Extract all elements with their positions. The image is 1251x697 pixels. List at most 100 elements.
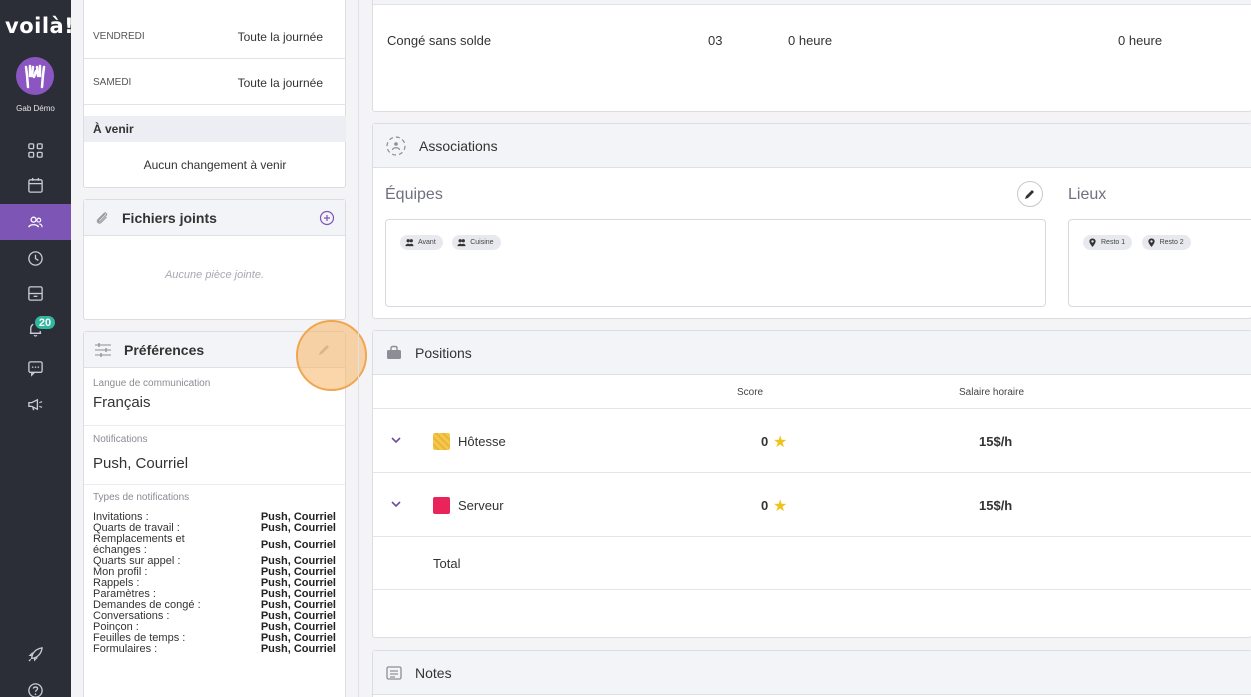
notes-card: Notes	[372, 650, 1251, 697]
sliders-icon	[94, 342, 112, 358]
nav-chat[interactable]	[0, 350, 71, 386]
place-name: Resto 1	[1101, 239, 1126, 246]
day-label: SAMEDI	[93, 77, 132, 88]
teams-title: Équipes	[385, 186, 443, 203]
chat-icon	[28, 360, 43, 377]
team-name: Cuisine	[470, 239, 494, 246]
column-divider	[358, 0, 359, 697]
position-name: Hôtesse	[458, 434, 506, 449]
inbox-icon	[28, 285, 43, 301]
group-icon	[457, 239, 466, 247]
avatar[interactable]	[16, 57, 54, 95]
star-icon: ★	[773, 498, 788, 515]
place-chip[interactable]: Resto 2	[1141, 235, 1191, 250]
day-label: VENDREDI	[93, 31, 145, 42]
availability-card: VENDREDI Toute la journée SAMEDI Toute l…	[83, 0, 346, 188]
position-score: 0	[761, 434, 769, 449]
hands-avatar-icon	[24, 64, 46, 89]
notes-header: Notes	[373, 651, 1251, 695]
positions-title: Positions	[415, 344, 472, 361]
notifications-value: Push, Courriel	[93, 455, 189, 472]
type-name: Formulaires :	[93, 643, 158, 655]
preferences-card: Préférences Langue de communication Fran…	[83, 331, 346, 697]
teams-box: Avant Cuisine	[385, 219, 1046, 307]
nav-rocket[interactable]	[0, 636, 71, 672]
app-logo[interactable]: voilà!	[5, 14, 74, 38]
availability-value: Toute la journée	[237, 76, 323, 90]
nav-announcements[interactable]	[0, 386, 71, 422]
notifications-section: Notifications Push, Courriel	[84, 426, 345, 485]
place-name: Resto 2	[1159, 239, 1184, 246]
user-name: Gab Démo	[16, 104, 55, 113]
type-name: Remplacements et échanges :	[93, 533, 185, 556]
positions-table-header: Score Salaire horaire	[373, 375, 1251, 409]
positions-header: Positions	[373, 331, 1251, 375]
nav-inbox[interactable]	[0, 275, 71, 311]
users-icon	[28, 216, 43, 227]
leave-card-header-strip	[373, 0, 1251, 5]
attachments-empty-text: Aucune pièce jointe.	[164, 269, 265, 281]
location-pin-icon	[1089, 238, 1096, 247]
total-label: Total	[433, 556, 461, 571]
position-row[interactable]: Hôtesse 0 ★ 15$/h	[373, 410, 1251, 473]
upcoming-heading: À venir	[84, 116, 346, 142]
place-chip[interactable]: Resto 1	[1083, 235, 1133, 250]
upcoming-empty-text: Aucun changement à venir	[143, 158, 287, 172]
click-highlight	[296, 320, 367, 391]
notification-types-label: Types de notifications	[93, 492, 190, 503]
position-row[interactable]: Serveur 0 ★ 15$/h	[373, 474, 1251, 537]
associations-icon	[385, 135, 407, 157]
clock-icon	[28, 250, 43, 266]
position-wage: 15$/h	[979, 434, 1013, 449]
attachments-header: Fichiers joints	[84, 200, 345, 236]
type-value: Push, Courriel	[260, 538, 336, 551]
notification-type-row: Remplacements et échanges : Push, Courrie…	[93, 534, 336, 556]
notes-title: Notes	[415, 664, 452, 681]
notification-type-row: Formulaires : Push, Courriel	[93, 644, 336, 655]
group-icon	[405, 239, 414, 247]
notification-types-section: Types de notifications Invitations : Push…	[84, 485, 345, 655]
type-value: Push, Courriel	[260, 522, 336, 534]
leave-hours-balance: 0 heure	[1118, 33, 1163, 48]
preferences-title: Préférences	[124, 341, 205, 358]
attachments-title: Fichiers joints	[122, 209, 217, 226]
star-icon: ★	[773, 434, 788, 451]
availability-row: VENDREDI Toute la journée	[84, 13, 346, 59]
chevron-down-icon[interactable]	[390, 435, 402, 445]
score-column-header: Score	[737, 387, 764, 398]
nav-users[interactable]	[0, 204, 71, 240]
team-chip[interactable]: Cuisine	[452, 235, 501, 250]
language-value: Français	[93, 394, 151, 411]
help-icon	[28, 682, 43, 697]
nav-help[interactable]	[0, 672, 71, 697]
app-sidebar: voilà! Gab Démo 20	[0, 0, 74, 697]
position-wage: 15$/h	[979, 498, 1013, 513]
wage-column-header: Salaire horaire	[959, 387, 1025, 398]
position-score: 0	[761, 498, 769, 513]
pencil-icon	[1025, 190, 1034, 199]
position-color-swatch	[433, 497, 450, 514]
type-value: Push, Courriel	[260, 643, 336, 655]
team-chip[interactable]: Avant	[400, 235, 443, 250]
leave-code: 03	[708, 33, 723, 48]
location-pin-icon	[1147, 238, 1155, 247]
availability-row: SAMEDI Toute la journée	[84, 59, 346, 105]
add-attachment-icon[interactable]	[319, 210, 335, 226]
nav-dashboard[interactable]	[0, 132, 71, 168]
nav-calendar[interactable]	[0, 167, 71, 203]
megaphone-icon	[28, 398, 43, 410]
nav-clock[interactable]	[0, 240, 71, 276]
dashboard-icon	[28, 142, 43, 158]
rocket-icon	[28, 646, 43, 662]
notification-types-list: Invitations : Push, Courriel Quarts de tr…	[84, 503, 345, 655]
edit-teams-button[interactable]	[1017, 181, 1043, 207]
chevron-down-icon[interactable]	[390, 499, 402, 509]
team-name: Avant	[418, 239, 436, 246]
positions-card: Positions Score Salaire horaire Hôtesse …	[372, 330, 1251, 638]
position-name: Serveur	[458, 498, 504, 513]
availability-value: Toute la journée	[237, 30, 323, 44]
leave-type: Congé sans solde	[387, 33, 492, 48]
notifications-label: Notifications	[93, 434, 148, 445]
associations-header: Associations	[373, 124, 1251, 168]
notification-count-badge: 20	[33, 314, 57, 331]
